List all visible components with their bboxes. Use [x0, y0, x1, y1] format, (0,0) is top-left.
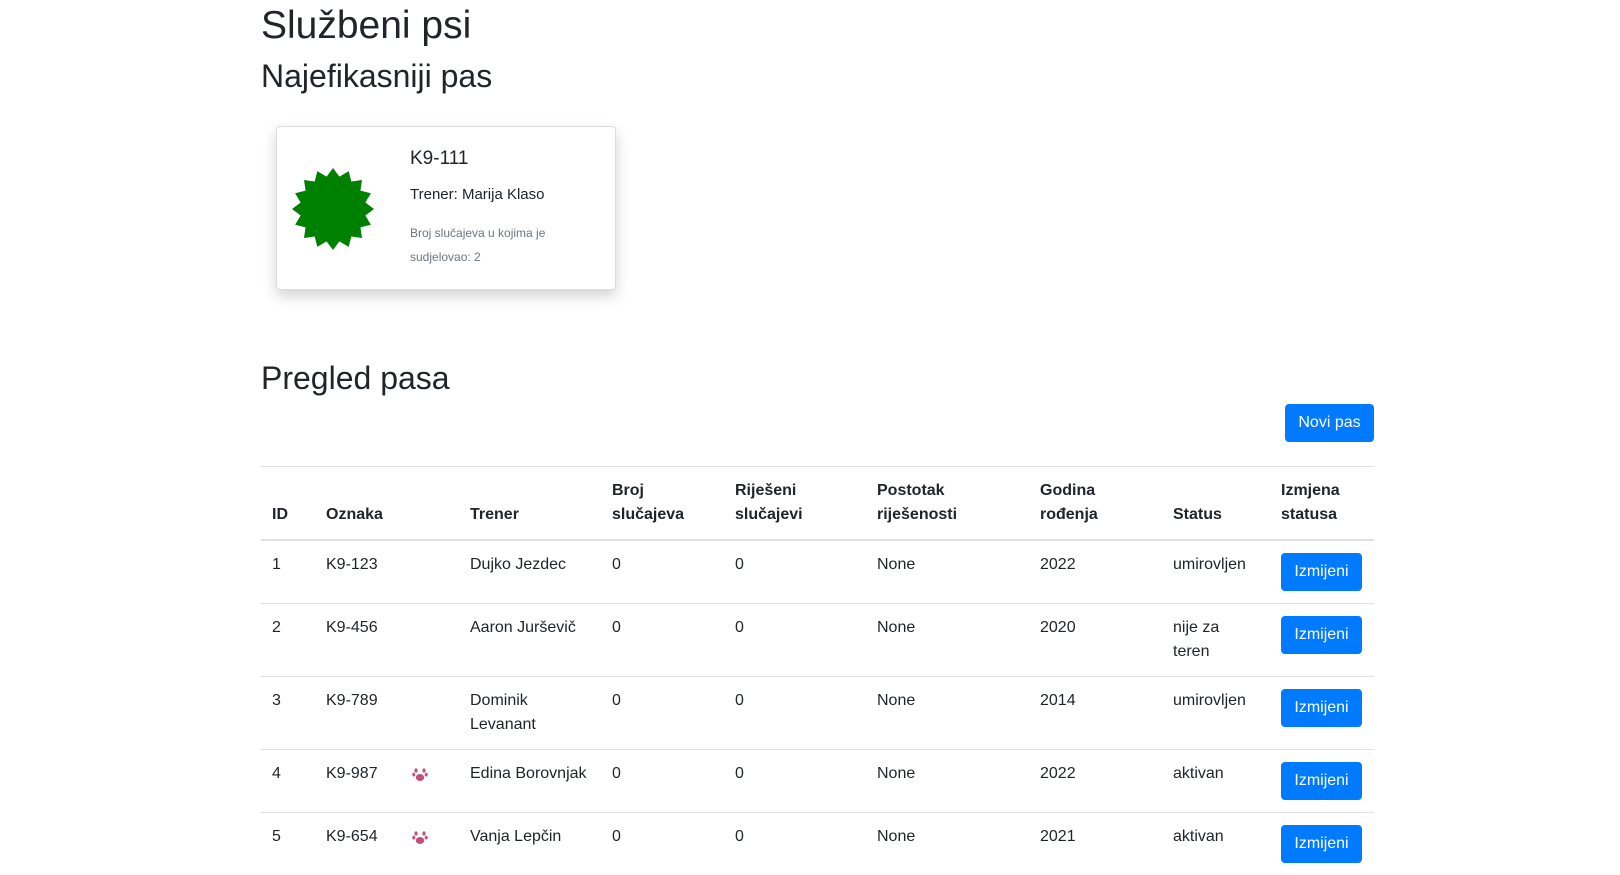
cell-status: umirovljen: [1162, 540, 1270, 604]
cell-birth: 2022: [1029, 750, 1162, 813]
cell-id: 2: [261, 604, 315, 677]
cell-label: K9-987: [315, 750, 397, 813]
cell-label: K9-654: [315, 813, 397, 875]
paw-icon: [412, 766, 428, 782]
best-dog-label: K9-111: [410, 147, 600, 171]
cell-cases: 0: [601, 750, 724, 813]
paw-cell: [397, 540, 459, 604]
cell-trainer: Edina Borovnjak: [459, 750, 601, 813]
page-title: Službeni psi: [261, 2, 471, 50]
cell-solved: 0: [724, 813, 866, 875]
cell-label: K9-789: [315, 677, 397, 750]
cell-birth: 2021: [1029, 813, 1162, 875]
paw-cell: [397, 813, 459, 875]
status-change-cell: Izmijeni: [1270, 750, 1374, 813]
cell-solved: 0: [724, 677, 866, 750]
dogs-table-body: 1K9-123Dujko Jezdec00None2022umirovljenI…: [261, 540, 1374, 875]
cell-birth: 2014: [1029, 677, 1162, 750]
cell-trainer: Vanja Lepčin: [459, 813, 601, 875]
cell-percent: None: [866, 813, 1029, 875]
dogs-table: ID Oznaka Trener Broj slučajeva Riješeni…: [261, 466, 1374, 875]
best-dog-trainer: Trener: Marija Klaso: [410, 185, 600, 205]
cell-id: 5: [261, 813, 315, 875]
header-solved: Riješeni slučajevi: [724, 467, 866, 541]
header-birth: Godina rođenja: [1029, 467, 1162, 541]
table-row: 3K9-789Dominik Levanant00None2014umirovl…: [261, 677, 1374, 750]
edit-status-button[interactable]: Izmijeni: [1281, 825, 1362, 863]
cell-id: 3: [261, 677, 315, 750]
edit-status-button[interactable]: Izmijeni: [1281, 689, 1362, 727]
header-change: Izmjena statusa: [1270, 467, 1374, 541]
cell-birth: 2022: [1029, 540, 1162, 604]
header-paw-spacer: [397, 467, 459, 541]
header-cases: Broj slučajeva: [601, 467, 724, 541]
cell-percent: None: [866, 750, 1029, 813]
dog-list-heading: Pregled pasa: [261, 358, 450, 398]
cell-birth: 2020: [1029, 604, 1162, 677]
status-change-cell: Izmijeni: [1270, 540, 1374, 604]
status-change-cell: Izmijeni: [1270, 604, 1374, 677]
cell-percent: None: [866, 540, 1029, 604]
best-dog-cases: Broj slučajeva u kojima je sudjelovao: 2: [410, 221, 600, 269]
cell-percent: None: [866, 677, 1029, 750]
cell-solved: 0: [724, 750, 866, 813]
cell-trainer: Aaron Jurševič: [459, 604, 601, 677]
paw-cell: [397, 750, 459, 813]
best-dog-heading: Najefikasniji pas: [261, 56, 492, 96]
cell-cases: 0: [601, 604, 724, 677]
paw-cell: [397, 604, 459, 677]
edit-status-button[interactable]: Izmijeni: [1281, 616, 1362, 654]
table-row: 2K9-456Aaron Jurševič00None2020nije za t…: [261, 604, 1374, 677]
best-dog-card-body: K9-111 Trener: Marija Klaso Broj slučaje…: [410, 147, 600, 269]
status-change-cell: Izmijeni: [1270, 677, 1374, 750]
edit-status-button[interactable]: Izmijeni: [1281, 553, 1362, 591]
cell-status: umirovljen: [1162, 677, 1270, 750]
cell-status: nije za teren: [1162, 604, 1270, 677]
cell-trainer: Dominik Levanant: [459, 677, 601, 750]
edit-status-button[interactable]: Izmijeni: [1281, 762, 1362, 800]
cell-status: aktivan: [1162, 750, 1270, 813]
best-dog-card: K9-111 Trener: Marija Klaso Broj slučaje…: [276, 126, 616, 290]
table-row: 4K9-987Edina Borovnjak00None2022aktivanI…: [261, 750, 1374, 813]
paw-cell: [397, 677, 459, 750]
cell-id: 4: [261, 750, 315, 813]
cell-label: K9-123: [315, 540, 397, 604]
cell-label: K9-456: [315, 604, 397, 677]
cell-percent: None: [866, 604, 1029, 677]
table-row: 1K9-123Dujko Jezdec00None2022umirovljenI…: [261, 540, 1374, 604]
header-trainer: Trener: [459, 467, 601, 541]
header-percent: Postotak riješenosti: [866, 467, 1029, 541]
status-change-cell: Izmijeni: [1270, 813, 1374, 875]
cell-cases: 0: [601, 813, 724, 875]
header-id: ID: [261, 467, 315, 541]
cell-status: aktivan: [1162, 813, 1270, 875]
cell-solved: 0: [724, 604, 866, 677]
cell-id: 1: [261, 540, 315, 604]
table-header-row: ID Oznaka Trener Broj slučajeva Riješeni…: [261, 467, 1374, 541]
new-dog-button[interactable]: Novi pas: [1285, 404, 1374, 442]
cell-trainer: Dujko Jezdec: [459, 540, 601, 604]
header-status: Status: [1162, 467, 1270, 541]
header-label: Oznaka: [315, 467, 397, 541]
cell-cases: 0: [601, 540, 724, 604]
badge-icon: [291, 167, 375, 251]
table-row: 5K9-654Vanja Lepčin00None2021aktivanIzmi…: [261, 813, 1374, 875]
cell-cases: 0: [601, 677, 724, 750]
cell-solved: 0: [724, 540, 866, 604]
